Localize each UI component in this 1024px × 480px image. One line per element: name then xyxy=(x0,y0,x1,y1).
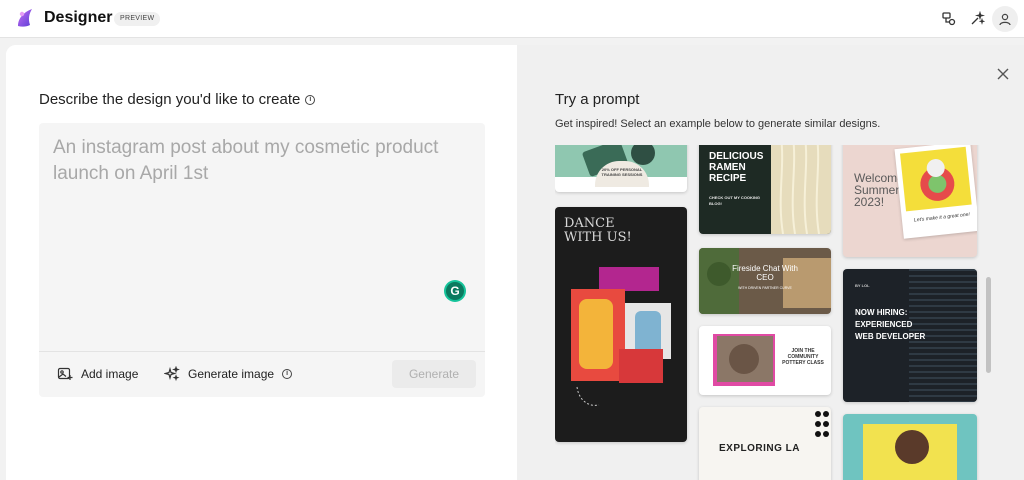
card-community-title: JOIN THE COMMUNITY POTTERY CLASS xyxy=(782,348,824,366)
card-dance-title: DANCE WITH US! xyxy=(564,216,632,245)
close-icon[interactable] xyxy=(994,65,1012,83)
top-bar: Designer PREVIEW xyxy=(0,0,1024,38)
card-fireside[interactable]: Fireside Chat With CEO WITH DRIVEN PARTN… xyxy=(699,248,831,314)
prompt-divider xyxy=(39,351,485,352)
card-hiring-tag: BY LOL xyxy=(855,283,870,288)
add-image-label: Add image xyxy=(81,367,139,381)
prompt-box[interactable]: An instagram post about my cosmetic prod… xyxy=(39,123,485,397)
scrollbar[interactable] xyxy=(986,277,991,373)
info-icon[interactable]: i xyxy=(305,94,316,105)
card-explore-title: EXPLORING LA xyxy=(719,443,801,454)
card-fireside-sub: WITH DRIVEN PARTNER CURVE xyxy=(738,286,792,290)
card-ramen[interactable]: DELICIOUS RAMEN RECIPE CHECK OUT MY COOK… xyxy=(699,145,831,234)
card-explore[interactable]: EXPLORING LA xyxy=(699,407,831,480)
magic-icon[interactable] xyxy=(966,8,988,30)
card-ramen-sub: CHECK OUT MY COOKING BLOG! xyxy=(709,195,761,206)
card-training[interactable]: 20% OFF PERSONAL TRAINING SESSIONS xyxy=(555,145,687,192)
prompt-cards: 20% OFF PERSONAL TRAINING SESSIONS DANCE… xyxy=(555,145,987,480)
card-dance[interactable]: DANCE WITH US! xyxy=(555,207,687,442)
generate-info-icon[interactable]: i xyxy=(282,369,293,379)
try-prompt-subtitle: Get inspired! Select an example below to… xyxy=(555,118,881,130)
card-hiring[interactable]: BY LOL NOW HIRING: EXPERIENCED WEB DEVEL… xyxy=(843,269,977,402)
describe-title: Describe the design you'd like to create xyxy=(39,91,301,108)
card-summer[interactable]: Welcome Summer 2023! Let's make it a gre… xyxy=(843,145,977,257)
share-icon[interactable] xyxy=(938,8,960,30)
preview-badge: PREVIEW xyxy=(114,12,161,26)
describe-heading: Describe the design you'd like to create… xyxy=(39,91,316,108)
card-portrait[interactable] xyxy=(843,414,977,480)
generate-image-button[interactable]: Generate image i xyxy=(164,364,293,384)
designer-logo-icon xyxy=(18,9,32,27)
user-icon xyxy=(999,13,1011,26)
image-icon xyxy=(57,367,73,380)
card-ramen-title: DELICIOUS RAMEN RECIPE xyxy=(709,151,764,184)
card-community[interactable]: JOIN THE COMMUNITY POTTERY CLASS xyxy=(699,326,831,395)
try-prompt-section: Try a prompt Get inspired! Select an exa… xyxy=(517,45,1024,480)
card-fireside-title: Fireside Chat With CEO xyxy=(732,264,798,282)
card-summer-note: Let's make it a great one! xyxy=(913,211,971,224)
app-name: Designer xyxy=(44,9,113,26)
try-prompt-title: Try a prompt xyxy=(555,91,640,108)
main-panel: Describe the design you'd like to create… xyxy=(6,45,1024,480)
grammarly-icon[interactable]: G xyxy=(444,280,466,302)
user-avatar-button[interactable] xyxy=(992,6,1018,32)
card-hiring-title: NOW HIRING: EXPERIENCED WEB DEVELOPER xyxy=(855,308,926,341)
card-training-caption: 20% OFF PERSONAL TRAINING SESSIONS xyxy=(601,167,643,177)
generate-button[interactable]: Generate xyxy=(392,360,476,388)
add-image-button[interactable]: Add image xyxy=(57,364,138,384)
prompt-input[interactable]: An instagram post about my cosmetic prod… xyxy=(53,135,473,187)
describe-section: Describe the design you'd like to create… xyxy=(6,45,517,480)
sparkle-icon xyxy=(164,366,180,382)
generate-image-label: Generate image xyxy=(188,367,275,381)
